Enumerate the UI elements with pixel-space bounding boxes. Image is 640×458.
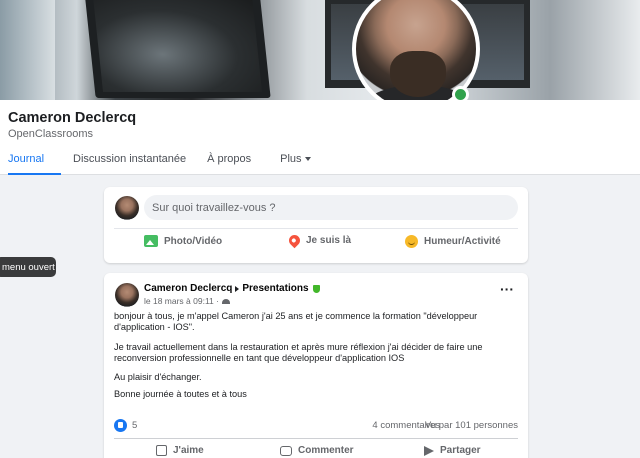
composer-input[interactable]: Sur quoi travaillez-vous ? (144, 195, 518, 220)
cover-window (0, 0, 55, 100)
tab-journal[interactable]: Journal (0, 150, 61, 175)
like-count[interactable]: 5 (132, 420, 137, 431)
profile-name[interactable]: Cameron Declercq (8, 110, 136, 126)
feeling-activity-button[interactable]: Humeur/Activité (405, 235, 501, 248)
comment-button[interactable]: Commenter (280, 445, 354, 456)
tab-more[interactable]: Plus (272, 150, 319, 175)
divider (114, 438, 518, 439)
post-paragraph: Au plaisir d'échanger. (114, 372, 202, 383)
arrow-right-icon (235, 285, 240, 292)
post-author-name[interactable]: Cameron Declercq (144, 283, 232, 294)
photo-icon (144, 235, 158, 247)
cover-monitor-left (84, 0, 271, 98)
share-icon (424, 445, 434, 456)
profile-tabs: Journal Discussion instantanée À propos … (0, 150, 320, 175)
post-author-avatar[interactable] (115, 283, 139, 307)
checkin-button[interactable]: Je suis là (286, 232, 351, 249)
more-options-icon[interactable]: ··· (500, 282, 514, 296)
tooltip: menu ouvert (0, 257, 56, 277)
shield-icon (312, 284, 320, 293)
location-pin-icon (286, 232, 303, 249)
audience-icon (221, 298, 230, 304)
tab-discussion[interactable]: Discussion instantanée (65, 150, 195, 175)
post-paragraph: Bonne journée à toutes et à tous (114, 389, 247, 400)
like-reaction-icon[interactable] (114, 419, 127, 432)
smiley-icon (405, 235, 418, 248)
tab-about[interactable]: À propos (199, 150, 260, 175)
divider (114, 228, 518, 229)
cover-photo (0, 0, 640, 100)
profile-header: Cameron Declercq OpenClassrooms Journal … (0, 100, 640, 175)
photo-video-button[interactable]: Photo/Vidéo (144, 235, 222, 247)
caret-down-icon (304, 157, 311, 161)
post-paragraph: Je travail actuellement dans la restaura… (114, 341, 483, 363)
like-button[interactable]: J'aime (156, 445, 204, 456)
share-button[interactable]: Partager (424, 445, 481, 456)
post-group-name[interactable]: Presentations (242, 283, 308, 294)
post-paragraph: bonjour à tous, je m'appel Cameron j'ai … (114, 311, 478, 333)
composer-avatar (115, 196, 139, 220)
post-card: Cameron Declercq Presentations le 18 mar… (104, 273, 528, 458)
thumbs-up-icon (156, 445, 167, 456)
profile-subtitle: OpenClassrooms (8, 128, 93, 140)
post-body: bonjour à tous, je m'appel Cameron j'ai … (114, 311, 518, 409)
post-timestamp[interactable]: le 18 mars à 09:11 · (144, 296, 219, 306)
reactions-bar: 5 4 commentaires Vu par 101 personnes (114, 419, 518, 433)
post-composer: Sur quoi travaillez-vous ? Photo/Vidéo J… (104, 187, 528, 263)
comment-icon (280, 445, 292, 456)
views-count[interactable]: Vu par 101 personnes (425, 420, 518, 431)
